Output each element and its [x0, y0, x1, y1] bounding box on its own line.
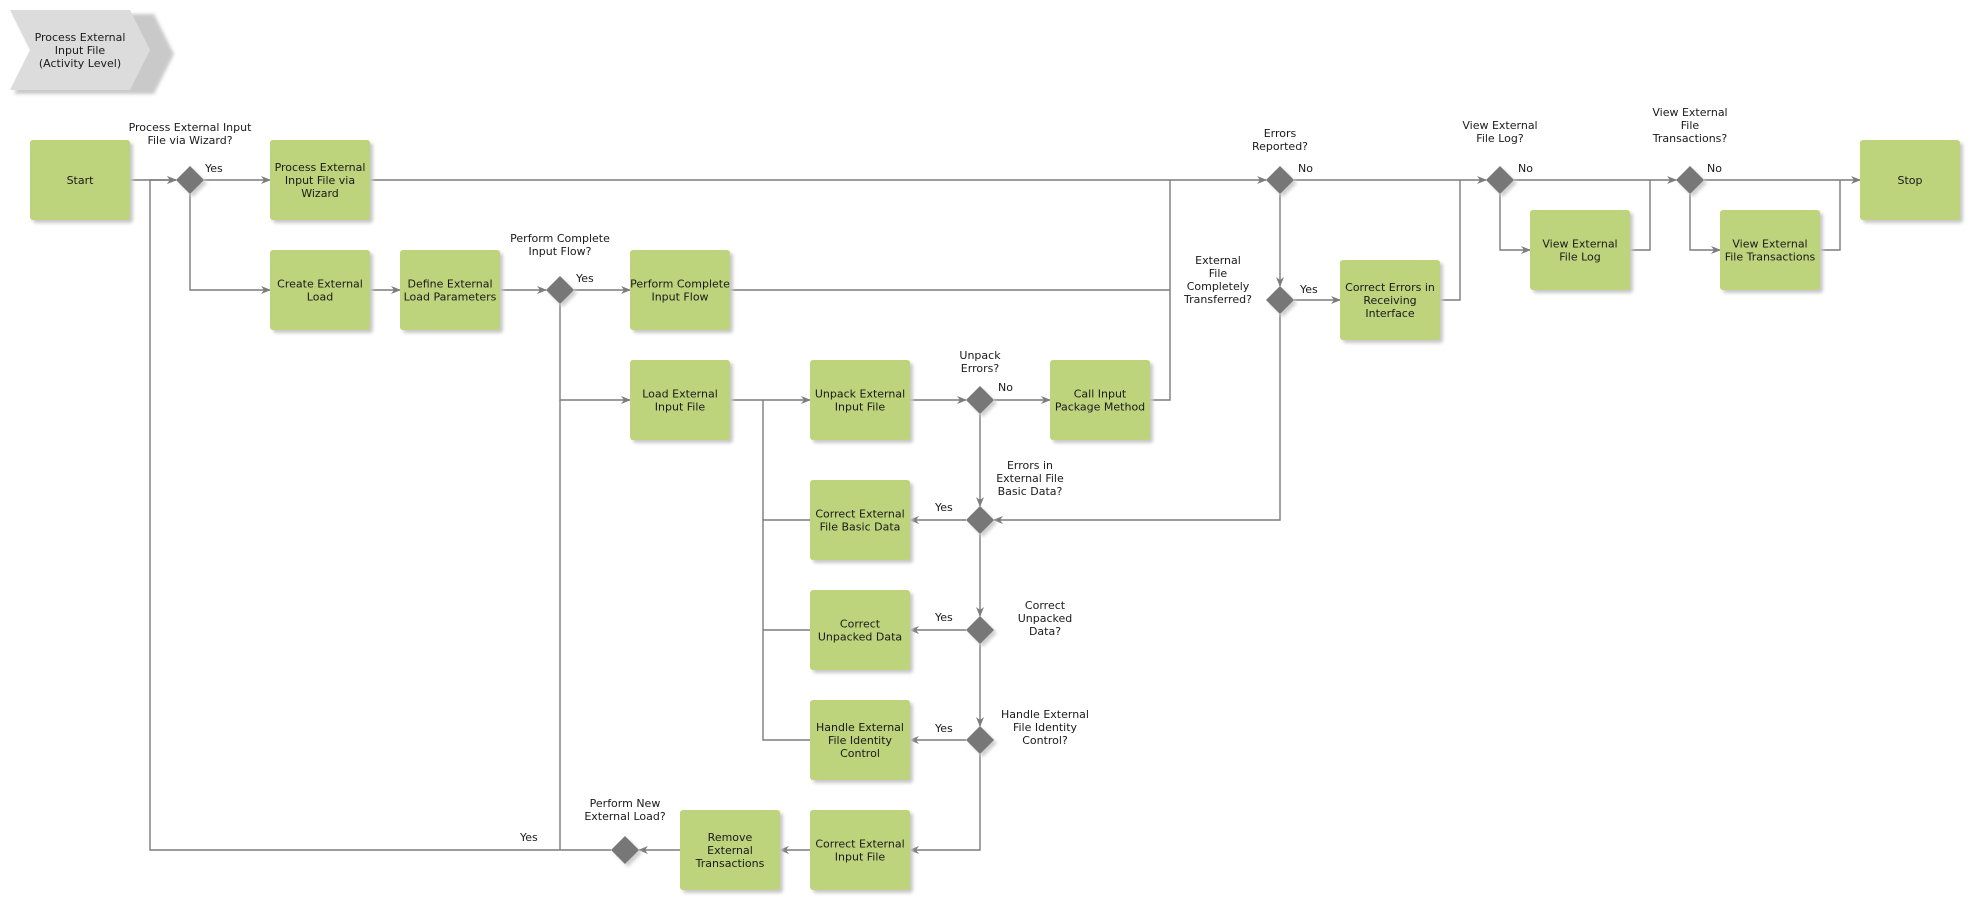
gateway-label: Errors Reported? — [1252, 127, 1308, 153]
gateway-label: Errors in External File Basic Data? — [996, 459, 1064, 498]
edge-complete-to-merge — [730, 180, 1171, 291]
gateway-view-log[interactable] — [1486, 166, 1517, 197]
branch-label: No — [1298, 162, 1313, 175]
gateway-label: Perform Complete Input Flow? — [510, 232, 610, 258]
task-handle-identity[interactable]: Handle External File Identity Control — [810, 700, 913, 783]
task-correct-unpacked[interactable]: Correct Unpacked Data — [810, 590, 913, 673]
branch-label: No — [998, 381, 1013, 394]
gateway-transferred[interactable] — [1266, 286, 1297, 317]
branch-label: Yes — [934, 501, 953, 514]
gateway-label: Correct Unpacked Data? — [1018, 599, 1073, 638]
task-wizard[interactable]: Process External Input File via Wizard — [270, 140, 373, 223]
branch-label: Yes — [934, 722, 953, 735]
task-label: Define External Load Parameters — [404, 278, 497, 304]
gateway-label: Perform New External Load? — [584, 797, 666, 823]
edge-wizard-no — [189, 194, 271, 294]
branch-label: Yes — [204, 162, 223, 175]
edge-complete-no — [559, 304, 631, 404]
task-start[interactable]: Start — [30, 140, 133, 223]
task-correct-basic[interactable]: Correct External File Basic Data — [810, 480, 913, 563]
gateway-label: Handle External File Identity Control? — [1001, 708, 1089, 747]
task-label: View External File Transactions — [1725, 238, 1816, 264]
task-complete-flow[interactable]: Perform Complete Input Flow — [630, 250, 733, 333]
task-stop[interactable]: Stop — [1860, 140, 1963, 223]
branch-label: Yes — [575, 272, 594, 285]
gateway-label: View External File Log? — [1462, 119, 1537, 145]
gateway-unpacked[interactable] — [966, 616, 997, 647]
task-label: Start — [67, 174, 95, 187]
gateway-wizard[interactable] — [176, 166, 207, 197]
task-remove-trans[interactable]: Remove External Transactions — [680, 810, 783, 893]
gateway-label: Unpack Errors? — [959, 349, 1001, 375]
task-label: Stop — [1897, 174, 1922, 187]
branch-label: No — [1707, 162, 1722, 175]
edge-view-log-yes — [1499, 194, 1531, 254]
task-view-log[interactable]: View External File Log — [1530, 210, 1633, 293]
gateway-label: Process External Input File via Wizard? — [129, 121, 253, 147]
process-diagram: Process External Input File (Activity Leve… — [10, 10, 1963, 893]
branch-label: Yes — [1299, 283, 1318, 296]
task-unpack[interactable]: Unpack External Input File — [810, 360, 913, 443]
branch-label: Yes — [934, 611, 953, 624]
diagram-header: Process External Input File (Activity Leve… — [10, 10, 174, 94]
gateway-label: External File Completely Transferred? — [1183, 254, 1252, 306]
gateway-unpack-err[interactable] — [966, 386, 997, 417]
gateway-errors[interactable] — [1266, 166, 1297, 197]
task-call-package[interactable]: Call Input Package Method — [1050, 360, 1153, 443]
gateway-new-load[interactable] — [611, 836, 642, 867]
nodes: Start Process External Input File via Wizar… — [30, 140, 1963, 893]
gateway-complete[interactable] — [546, 276, 577, 307]
branch-label: Yes — [519, 831, 538, 844]
task-create-load[interactable]: Create External Load — [270, 250, 373, 333]
edge-identity-no — [909, 754, 981, 854]
task-label: Correct External File Basic Data — [815, 508, 904, 534]
task-correct-input[interactable]: Correct External Input File — [810, 810, 913, 893]
branch-label: No — [1518, 162, 1533, 175]
gateway-basic[interactable] — [966, 506, 997, 537]
edge-new-load-yes — [149, 176, 611, 851]
edge-view-trans-yes — [1689, 194, 1721, 254]
task-view-trans[interactable]: View External File Transactions — [1720, 210, 1823, 293]
gateway-identity[interactable] — [966, 726, 997, 757]
task-correct-receiving[interactable]: Correct Errors in Receiving Interface — [1340, 260, 1443, 343]
task-define-params[interactable]: Define External Load Parameters — [400, 250, 503, 333]
task-load-file[interactable]: Load External Input File — [630, 360, 733, 443]
gateway-view-trans[interactable] — [1676, 166, 1707, 197]
gateway-label: View External File Transactions? — [1652, 106, 1728, 145]
